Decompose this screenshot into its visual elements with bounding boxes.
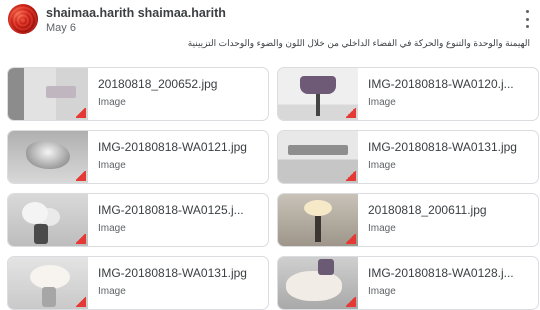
attachment-thumbnail: [278, 257, 358, 309]
image-file-icon: [346, 171, 356, 181]
attachment-filename: 20180818_200611.jpg: [368, 203, 487, 217]
attachment-type: Image: [368, 160, 396, 171]
attachment-thumbnail: [278, 131, 358, 183]
post-header: shaimaa.harith shaimaa.harith May 6 الهي…: [0, 0, 540, 64]
author-name[interactable]: shaimaa.harith shaimaa.harith: [46, 6, 226, 20]
post-date: May 6: [46, 22, 76, 34]
attachment-card[interactable]: IMG-20180818-WA0131.jpg Image: [277, 130, 539, 184]
attachment-type: Image: [368, 97, 396, 108]
image-file-icon: [76, 171, 86, 181]
attachment-card[interactable]: IMG-20180818-WA0131.jpg Image: [7, 256, 269, 310]
attachment-card[interactable]: 20180818_200652.jpg Image: [7, 67, 269, 121]
attachment-filename: 20180818_200652.jpg: [98, 77, 218, 91]
attachment-filename: IMG-20180818-WA0125.j...: [98, 203, 244, 217]
attachment-filename: IMG-20180818-WA0121.jpg: [98, 140, 247, 154]
post-text: الهيمنة والوحدة والتنوع والحركة في الفضا…: [187, 38, 530, 48]
image-file-icon: [346, 234, 356, 244]
attachment-card[interactable]: IMG-20180818-WA0121.jpg Image: [7, 130, 269, 184]
attachment-thumbnail: [8, 257, 88, 309]
image-file-icon: [346, 297, 356, 307]
attachment-filename: IMG-20180818-WA0128.j...: [368, 266, 514, 280]
attachment-filename: IMG-20180818-WA0131.jpg: [368, 140, 517, 154]
image-file-icon: [76, 108, 86, 118]
attachment-card[interactable]: IMG-20180818-WA0120.j... Image: [277, 67, 539, 121]
attachment-thumbnail: [278, 68, 358, 120]
attachment-thumbnail: [278, 194, 358, 246]
attachment-card[interactable]: IMG-20180818-WA0125.j... Image: [7, 193, 269, 247]
attachment-filename: IMG-20180818-WA0131.jpg: [98, 266, 247, 280]
attachment-card[interactable]: 20180818_200611.jpg Image: [277, 193, 539, 247]
attachment-type: Image: [98, 223, 126, 234]
attachment-type: Image: [368, 286, 396, 297]
image-file-icon: [346, 108, 356, 118]
attachment-type: Image: [368, 223, 396, 234]
attachment-thumbnail: [8, 194, 88, 246]
image-file-icon: [76, 297, 86, 307]
attachment-thumbnail: [8, 68, 88, 120]
more-options-icon[interactable]: [522, 10, 532, 28]
attachment-thumbnail: [8, 131, 88, 183]
attachment-card[interactable]: IMG-20180818-WA0128.j... Image: [277, 256, 539, 310]
image-file-icon: [76, 234, 86, 244]
attachment-type: Image: [98, 160, 126, 171]
attachment-type: Image: [98, 97, 126, 108]
attachment-filename: IMG-20180818-WA0120.j...: [368, 77, 514, 91]
attachment-type: Image: [98, 286, 126, 297]
avatar[interactable]: [8, 4, 38, 34]
